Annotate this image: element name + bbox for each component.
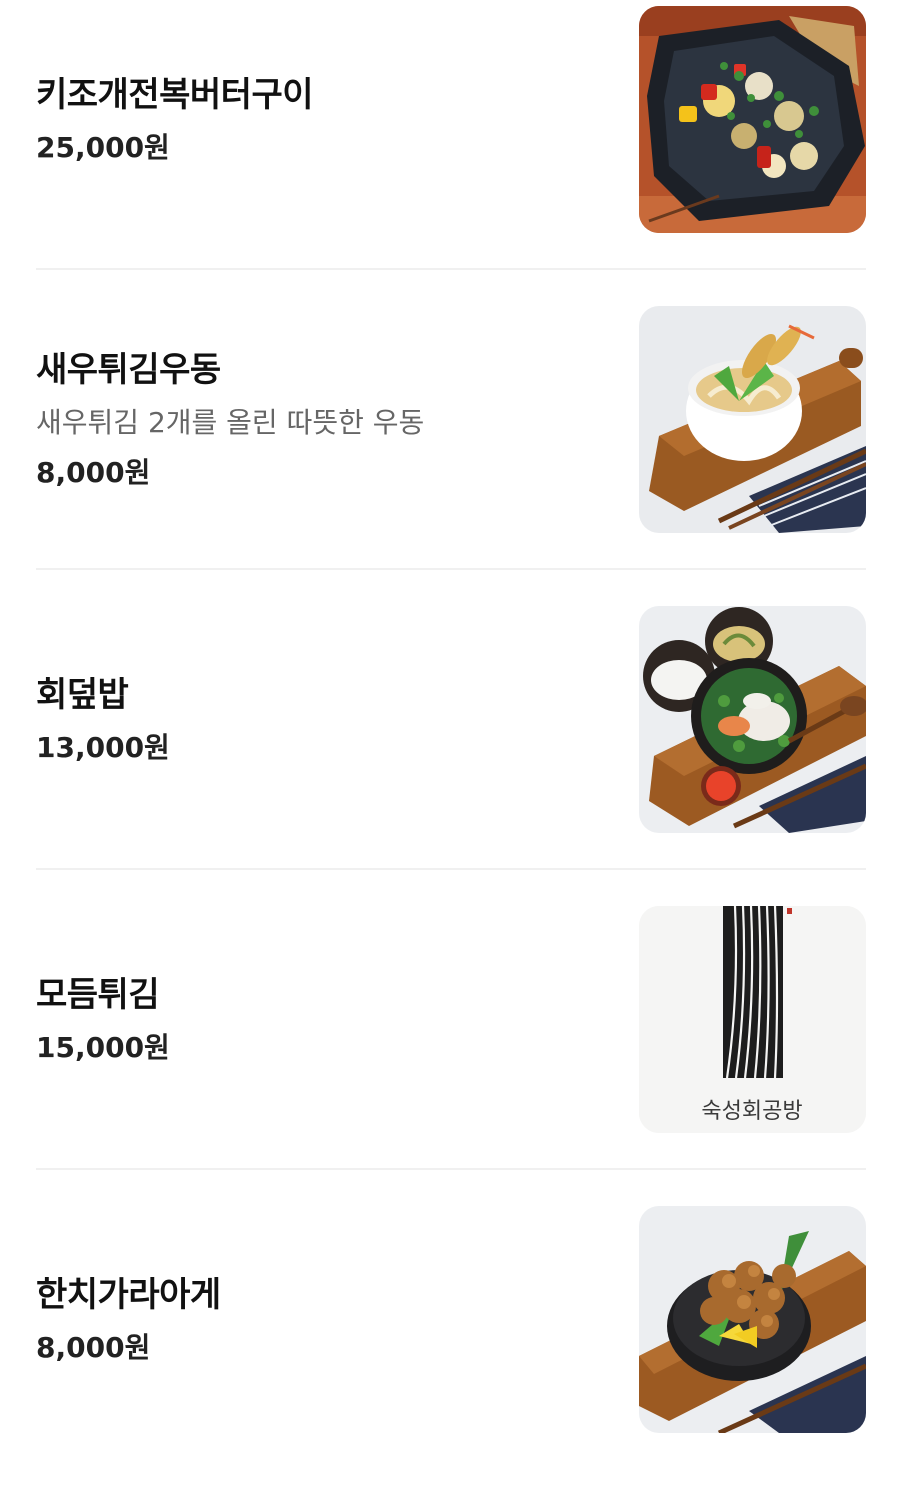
menu-item-name: 키조개전복버터구이 bbox=[36, 75, 314, 115]
menu-item-description: 새우튀김 2개를 올린 따뜻한 우동 bbox=[36, 406, 425, 439]
menu-item-name: 모듬튀김 bbox=[36, 975, 160, 1015]
menu-item-photo[interactable]: 숙성회공방 bbox=[639, 906, 866, 1133]
menu-item-modeum-twigim[interactable]: 모듬튀김 15,000원 숙성회공방 bbox=[0, 906, 900, 1206]
menu-item-price: 8,000원 bbox=[36, 456, 151, 489]
menu-item-price: 13,000원 bbox=[36, 731, 170, 764]
divider bbox=[36, 268, 866, 270]
menu-item-price: 25,000원 bbox=[36, 131, 170, 164]
butter-grill-dish-image bbox=[639, 6, 866, 233]
menu-item-name: 회덮밥 bbox=[36, 675, 129, 715]
logo-text: 숙성회공방 bbox=[701, 1099, 802, 1124]
menu-item-text: 새우튀김우동 새우튀김 2개를 올린 따뜻한 우동 8,000원 bbox=[36, 306, 616, 534]
menu-item-kijogae-butter[interactable]: 키조개전복버터구이 25,000원 bbox=[0, 6, 900, 306]
menu-item-price: 15,000원 bbox=[36, 1031, 170, 1064]
divider bbox=[36, 568, 866, 570]
menu-item-name: 한치가라아게 bbox=[36, 1275, 221, 1315]
shrimp-udon-image bbox=[639, 306, 866, 533]
menu-item-shrimp-udon[interactable]: 새우튀김우동 새우튀김 2개를 올린 따뜻한 우동 8,000원 bbox=[0, 306, 900, 606]
menu-item-name: 새우튀김우동 bbox=[36, 350, 221, 390]
menu-item-price: 8,000원 bbox=[36, 1331, 151, 1364]
menu-item-text: 모듬튀김 15,000원 bbox=[36, 906, 616, 1134]
menu-item-photo[interactable] bbox=[639, 306, 866, 533]
divider bbox=[36, 1168, 866, 1170]
menu-item-hanchi-karaage[interactable]: 한치가라아게 8,000원 bbox=[0, 1206, 900, 1506]
raw-fish-rice-bowl-image bbox=[639, 606, 866, 833]
squid-karaage-image bbox=[639, 1206, 866, 1433]
menu-item-photo[interactable] bbox=[639, 606, 866, 833]
divider bbox=[36, 868, 866, 870]
menu-item-hoedeopbap[interactable]: 회덮밥 13,000원 bbox=[0, 606, 900, 906]
menu-item-text: 키조개전복버터구이 25,000원 bbox=[36, 6, 616, 234]
menu-item-photo[interactable] bbox=[639, 6, 866, 233]
menu-item-text: 한치가라아게 8,000원 bbox=[36, 1206, 616, 1434]
menu-item-text: 회덮밥 13,000원 bbox=[36, 606, 616, 834]
restaurant-logo-image: 숙성회공방 bbox=[639, 906, 866, 1133]
menu-item-photo[interactable] bbox=[639, 1206, 866, 1433]
menu-list: 키조개전복버터구이 25,000원 새우튀김우동 새우튀김 2개를 올린 따뜻한… bbox=[0, 0, 900, 1438]
